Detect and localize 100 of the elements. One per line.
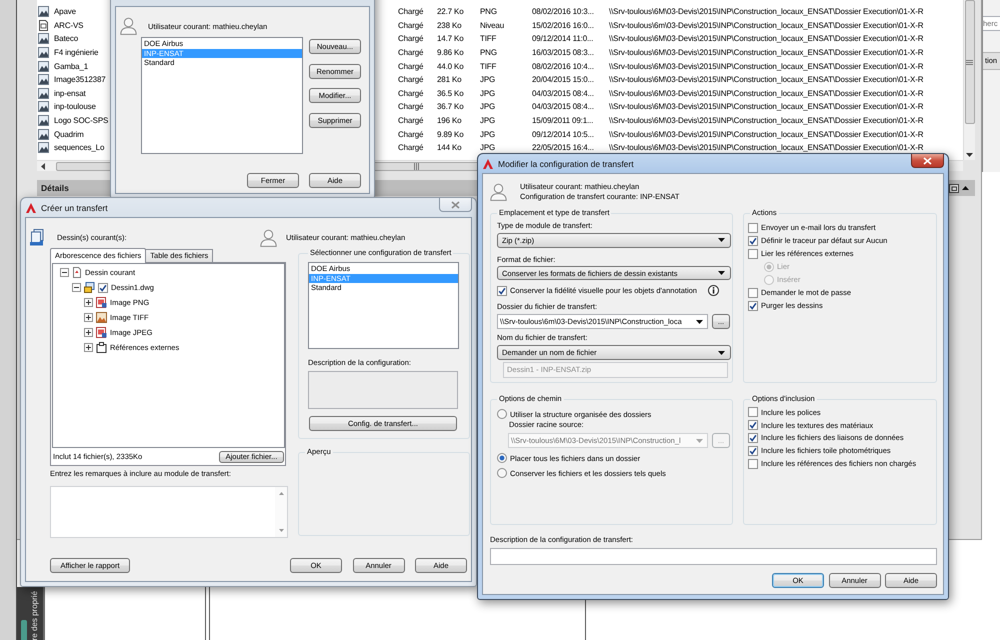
caret-icon <box>718 238 725 242</box>
table-cell: 36.5 Ko <box>437 88 464 98</box>
table-cell: JPG <box>480 88 496 98</box>
table-cell: JPG <box>480 75 496 84</box>
table-cell: Chargé <box>398 7 424 16</box>
image-icon <box>38 115 49 126</box>
close-icon <box>451 200 460 208</box>
table-cell: Apave <box>54 7 76 16</box>
checkbox[interactable] <box>748 248 758 258</box>
table-cell: 04/03/2015 08:4... <box>532 88 594 98</box>
palette-title: re des proprié <box>30 590 40 640</box>
table-cell: Chargé <box>398 20 424 30</box>
palette-tab-marker[interactable] <box>21 620 27 640</box>
checkbox[interactable] <box>497 286 507 296</box>
caret-icon <box>696 438 703 442</box>
checkbox[interactable] <box>748 446 758 456</box>
up-arrow-icon[interactable] <box>962 186 969 190</box>
table-cell: \\Srv-toulous\6M\03-Devis\2015\INP\Construction_locaux_ENSAT\Dossier Execution\01-X-R <box>609 75 924 84</box>
table-cell: Image3512387 <box>54 75 106 84</box>
table-cell: PNG <box>480 48 497 57</box>
checkbox[interactable] <box>748 300 758 310</box>
table-cell: 44.0 Ko <box>437 62 464 71</box>
collapse-icon[interactable] <box>60 268 69 277</box>
caret-icon <box>696 320 703 324</box>
image-icon <box>38 142 49 154</box>
table-cell: \\Srv-toulous\6M\03-Devis\2015\INP\Construction_locaux_ENSAT\Dossier Execution\01-X-R <box>609 7 924 16</box>
user-icon <box>260 228 277 246</box>
image-icon <box>38 6 49 17</box>
table-cell: \\Srv-toulous\6M\03-Devis\2015\INP\Construction_locaux_ENSAT\Dossier Execution\01-X-R <box>609 34 924 44</box>
checkbox[interactable] <box>748 458 758 469</box>
document-stack-icon <box>30 229 45 246</box>
table-cell: 22.7 Ko <box>437 7 464 16</box>
details-title: Détails <box>41 183 69 193</box>
radio-button[interactable] <box>497 468 507 478</box>
radio-button[interactable] <box>497 409 507 419</box>
window-icon[interactable] <box>949 184 959 192</box>
checkbox[interactable] <box>98 282 108 292</box>
table-cell: \\Srv-toulous\6M\03-Devis\2015\INP\Construction_locaux_ENSAT\Dossier Execution\01-X-R <box>609 88 924 98</box>
table-cell: 238 Ko <box>437 20 462 30</box>
table-cell: 04/03/2015 08:4... <box>532 102 594 112</box>
image-icon <box>38 33 49 44</box>
image-icon <box>38 88 49 99</box>
table-cell: inp-ensat <box>54 88 86 98</box>
description-field[interactable] <box>490 548 937 565</box>
table-cell: Chargé <box>398 62 424 71</box>
close-button[interactable] <box>911 154 944 168</box>
checkbox[interactable] <box>748 420 758 430</box>
collapse-icon[interactable] <box>72 283 81 292</box>
checkbox[interactable] <box>748 288 758 298</box>
radio-button[interactable] <box>497 453 507 463</box>
checkbox[interactable] <box>748 236 758 246</box>
scroll-thumb[interactable] <box>964 0 974 124</box>
user-icon <box>120 17 137 35</box>
image-icon <box>38 74 49 86</box>
table-cell: Chargé <box>398 143 424 152</box>
checkbox[interactable] <box>748 222 758 232</box>
info-icon[interactable] <box>708 285 719 296</box>
table-cell: inp-toulouse <box>54 102 96 112</box>
expand-icon[interactable] <box>84 298 93 307</box>
table-cell: TIFF <box>480 34 496 44</box>
table-cell: sequences_Lo <box>54 143 104 152</box>
drawing-page-icon <box>72 267 82 278</box>
table-cell: 196 Ko <box>437 116 462 126</box>
description-field[interactable] <box>308 371 458 409</box>
left-arrow-icon[interactable] <box>41 162 45 170</box>
table-cell: ARC-VS <box>54 20 84 30</box>
expand-icon[interactable] <box>84 343 93 352</box>
scrollbar[interactable] <box>963 0 975 160</box>
checkbox[interactable] <box>748 432 758 443</box>
table-cell: JPG <box>480 130 496 139</box>
table-cell: 15/02/2016 16:0... <box>532 20 594 30</box>
expand-icon[interactable] <box>84 328 93 337</box>
table-cell: Gamba_1 <box>54 62 88 71</box>
table-cell: 08/02/2016 10:4... <box>532 62 594 71</box>
image-icon <box>38 60 49 72</box>
table-cell: \\Srv-toulous\6M\03-Devis\2015\INP\Construction_locaux_ENSAT\Dossier Execution\01-X-R <box>609 102 924 112</box>
table-cell: Chargé <box>398 102 424 112</box>
table-cell: 08/02/2016 10:3... <box>532 7 594 16</box>
down-arrow-icon[interactable] <box>966 153 973 157</box>
image-icon <box>38 128 49 140</box>
table-cell: 9.89 Ko <box>437 130 464 139</box>
table-cell: JPG <box>480 116 496 126</box>
table-cell: \\Srv-toulous\6m\03-Devis\2015\INP\Construction_locaux_ENSAT\Dossier Execution\01-X-R <box>609 20 924 30</box>
table-cell: 14.7 Ko <box>437 34 464 44</box>
clipboard-icon <box>96 342 107 353</box>
table-cell: F4 ingénierie <box>54 48 98 57</box>
table-cell: Quadrim <box>54 130 84 139</box>
table-cell: Logo SOC-SPS <box>54 116 108 126</box>
grip-icon <box>966 60 973 64</box>
caret-icon <box>718 271 725 275</box>
table-cell: Chargé <box>398 88 424 98</box>
table-cell: Chargé <box>398 116 424 126</box>
user-icon <box>490 183 507 201</box>
close-icon <box>923 156 932 164</box>
grip-icon <box>414 162 418 170</box>
table-cell: \\Srv-toulous\6M\03-Devis\2015\INP\Construction_locaux_ENSAT\Dossier Execution\01-X-R <box>609 143 924 152</box>
table-cell: 36.7 Ko <box>437 102 464 112</box>
checkbox[interactable] <box>748 407 758 418</box>
table-cell: \\Srv-toulous\6M\03-Devis\2015\INP\Construction_locaux_ENSAT\Dossier Execution\01-X-R <box>609 62 924 71</box>
expand-icon[interactable] <box>84 313 93 322</box>
